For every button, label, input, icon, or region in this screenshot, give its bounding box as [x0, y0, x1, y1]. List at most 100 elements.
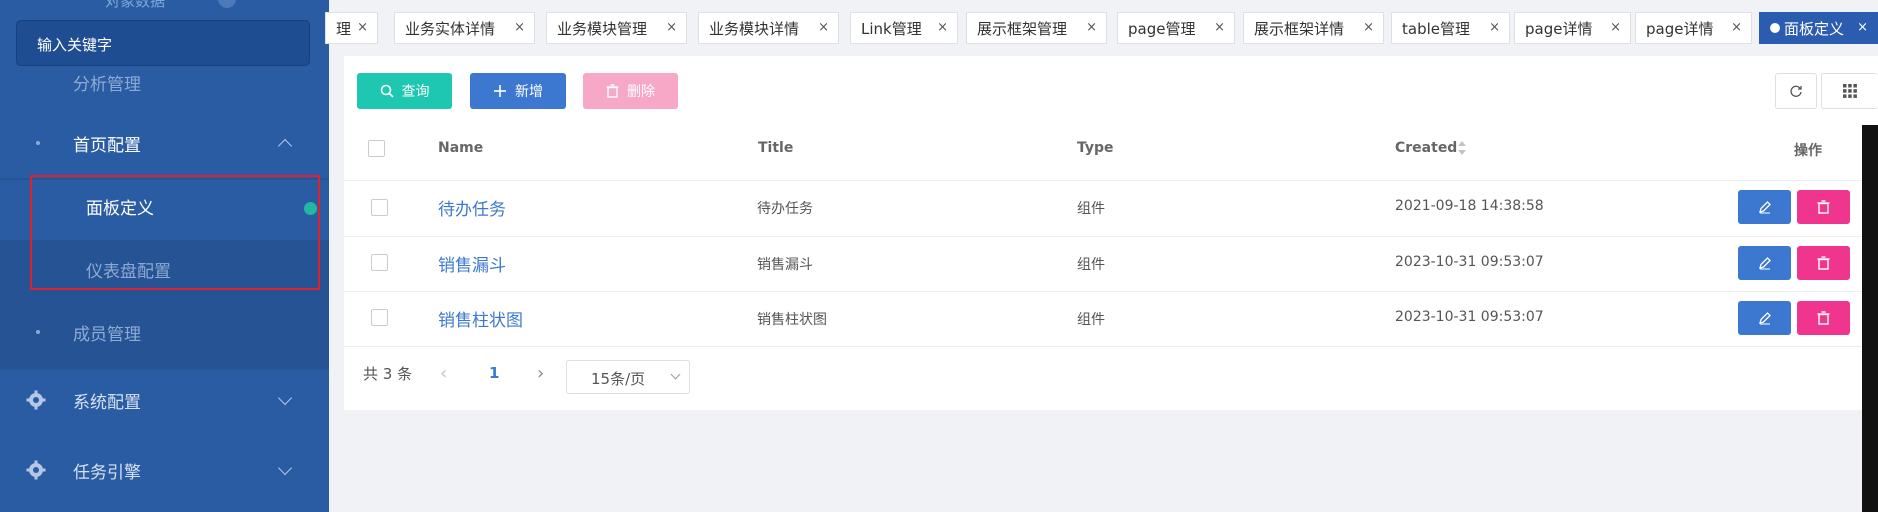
close-icon[interactable]: × [1086, 20, 1097, 35]
sort-icon[interactable] [1457, 140, 1467, 156]
select-all-checkbox[interactable] [368, 140, 385, 157]
row-created: 2023-10-31 09:53:07 [1395, 254, 1544, 270]
tabs-bar: 理 × 业务实体详情 × 业务模块管理 × 业务模块详情 × Link管理 × … [325, 0, 1878, 54]
edit-button[interactable] [1738, 190, 1791, 224]
tab-partial[interactable]: 理 × [325, 12, 378, 44]
sidebar-item-home-config[interactable]: 首页配置 [0, 120, 329, 166]
close-icon[interactable]: × [1731, 20, 1742, 35]
sidebar-item-label: 任务引擎 [73, 462, 141, 483]
edit-icon [1758, 312, 1771, 325]
row-divider [344, 291, 1878, 292]
tab-entity-detail[interactable]: 业务实体详情 × [394, 12, 535, 44]
tab-page-management[interactable]: page管理 × [1117, 12, 1235, 44]
row-title: 销售柱状图 [757, 312, 827, 328]
next-page-icon[interactable]: › [537, 356, 544, 390]
right-edge-overlay [1862, 125, 1878, 512]
gear-icon [26, 390, 46, 410]
tab-frame-management[interactable]: 展示框架管理 × [966, 12, 1107, 44]
main-card: 查询 新增 删除 Name Title Type Created 操作 待办任务… [344, 56, 1878, 410]
edit-icon [1758, 257, 1771, 270]
delete-button[interactable]: 删除 [583, 73, 678, 109]
sidebar-item-task-engine[interactable]: 任务引擎 [0, 450, 329, 490]
edit-button[interactable] [1738, 246, 1791, 280]
close-icon[interactable]: × [666, 20, 677, 35]
row-checkbox[interactable] [371, 309, 388, 326]
close-icon[interactable]: × [1489, 20, 1500, 35]
trash-icon [1817, 256, 1830, 270]
row-delete-button[interactable] [1797, 246, 1850, 280]
column-header-title[interactable]: Title [758, 140, 793, 160]
close-icon[interactable]: × [1363, 20, 1374, 35]
sidebar-item-partial-label: 分析管理 [73, 75, 141, 92]
highlight-box [30, 175, 320, 290]
row-created: 2023-10-31 09:53:07 [1395, 309, 1544, 325]
tab-label: page详情 [1525, 19, 1593, 38]
close-icon[interactable]: × [937, 20, 948, 35]
chevron-down-icon [277, 460, 293, 476]
tab-label: page详情 [1646, 19, 1714, 38]
trash-icon [1817, 200, 1830, 214]
tab-module-detail[interactable]: 业务模块详情 × [698, 12, 839, 44]
tab-frame-detail[interactable]: 展示框架详情 × [1243, 12, 1384, 44]
tab-page-detail-2[interactable]: page详情 × [1635, 12, 1752, 44]
row-checkbox[interactable] [371, 199, 388, 216]
column-header-actions: 操作 [1794, 143, 1822, 159]
grid-icon [1843, 84, 1857, 98]
tab-link-management[interactable]: Link管理 × [850, 12, 958, 44]
chevron-down-icon [670, 369, 681, 380]
column-header-type[interactable]: Type [1077, 140, 1114, 160]
sidebar-top-fragment: 对象数据 [0, 0, 329, 14]
sidebar-item-label: 首页配置 [73, 135, 141, 156]
row-checkbox[interactable] [371, 254, 388, 271]
sidebar: 对象数据 分析管理 输入关键字 首页配置 面板定义 仪表盘配置 成员管理 系统配… [0, 0, 329, 512]
tab-page-detail[interactable]: page详情 × [1514, 12, 1631, 44]
pagination-total: 共 3 条 [363, 364, 413, 383]
prev-page-icon[interactable]: ‹ [440, 356, 447, 390]
row-title: 待办任务 [757, 201, 813, 217]
query-button[interactable]: 查询 [357, 73, 452, 109]
tab-table-management[interactable]: table管理 × [1391, 12, 1510, 44]
tab-label: table管理 [1402, 19, 1470, 38]
close-icon[interactable]: × [1214, 20, 1225, 35]
row-delete-button[interactable] [1797, 301, 1850, 335]
tab-module-management[interactable]: 业务模块管理 × [546, 12, 687, 44]
column-header-created[interactable]: Created [1395, 140, 1457, 160]
row-title: 销售漏斗 [757, 257, 813, 273]
columns-button[interactable] [1821, 73, 1878, 109]
delete-button-label: 删除 [627, 84, 655, 100]
gear-icon [26, 460, 46, 480]
page-size-select[interactable]: 15条/页 [566, 360, 690, 394]
add-button[interactable]: 新增 [470, 73, 566, 109]
page-number-current[interactable]: 1 [489, 356, 499, 390]
sidebar-top-fragment-label: 对象数据 [105, 0, 166, 10]
row-name-link[interactable]: 销售漏斗 [438, 251, 506, 276]
sidebar-item-label: 系统配置 [73, 392, 141, 413]
close-icon[interactable]: × [1610, 20, 1621, 35]
row-type: 组件 [1077, 201, 1105, 217]
row-name-link[interactable]: 待办任务 [438, 195, 506, 220]
close-icon[interactable]: × [818, 20, 829, 35]
close-icon[interactable]: × [357, 20, 368, 35]
row-delete-button[interactable] [1797, 190, 1850, 224]
row-divider [344, 180, 1878, 181]
refresh-button[interactable] [1775, 73, 1817, 109]
search-input[interactable]: 输入关键字 [16, 20, 310, 66]
refresh-icon [1790, 85, 1802, 97]
tab-label: Link管理 [861, 19, 922, 38]
row-divider [344, 236, 1878, 237]
edit-button[interactable] [1738, 301, 1791, 335]
row-name-link[interactable]: 销售柱状图 [438, 306, 523, 331]
dot-icon [36, 141, 40, 145]
chevron-down-icon [277, 390, 293, 406]
tab-label: 业务模块详情 [709, 19, 800, 38]
close-icon[interactable]: × [514, 20, 525, 35]
active-tab-dot [1770, 23, 1780, 33]
column-header-name[interactable]: Name [438, 140, 483, 160]
sidebar-item-member-management[interactable]: 成员管理 [0, 312, 329, 352]
search-placeholder: 输入关键字 [37, 36, 113, 54]
sidebar-item-system-config[interactable]: 系统配置 [0, 380, 329, 420]
tab-panel-definition[interactable]: 面板定义 × [1759, 12, 1878, 44]
row-divider [344, 346, 1878, 347]
close-icon[interactable]: × [1857, 20, 1868, 35]
sidebar-item-partial[interactable]: 分析管理 [0, 66, 329, 92]
